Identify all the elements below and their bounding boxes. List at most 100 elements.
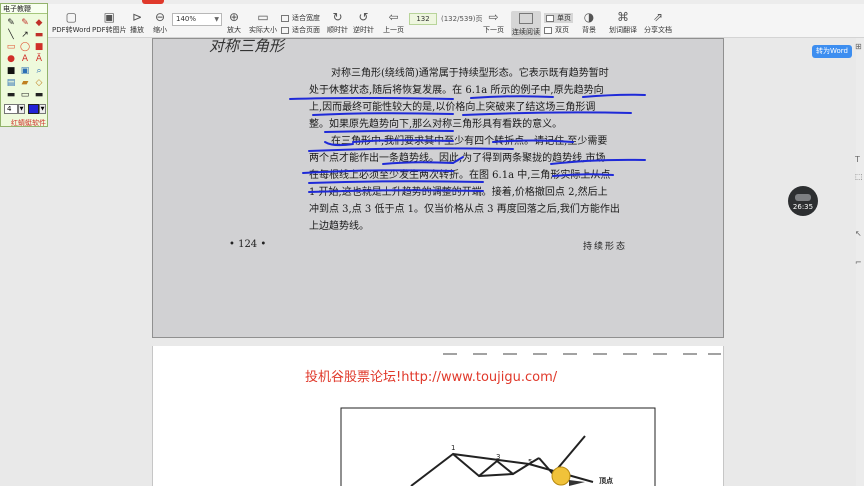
- save-icon[interactable]: ▤: [4, 77, 18, 89]
- zoom-out-icon: ⊖: [154, 9, 166, 24]
- zoom-out-button[interactable]: ⊖ 缩小: [153, 10, 167, 35]
- underline-stroke: [582, 93, 646, 98]
- open-icon[interactable]: ▰: [18, 77, 32, 89]
- point-label: 1: [451, 444, 456, 452]
- line-icon[interactable]: ╲: [4, 29, 18, 41]
- triangle-price-line: [410, 452, 540, 486]
- brush-icon[interactable]: ▬: [32, 29, 46, 41]
- underline-stroke: [492, 139, 574, 143]
- current-page-input[interactable]: 132: [409, 13, 437, 25]
- continuous-reading-button[interactable]: 连续阅读: [511, 11, 541, 37]
- word-icon: ▢: [65, 9, 77, 24]
- pen-size-select[interactable]: 4: [4, 104, 18, 114]
- text-tool-icon[interactable]: T: [855, 155, 860, 164]
- timer-badge: [795, 194, 811, 201]
- zoom-icon[interactable]: ⌕: [32, 65, 46, 77]
- play-icon: ⊳: [131, 9, 143, 24]
- next-page-button[interactable]: ⇨ 下一页: [483, 10, 504, 35]
- pen-icon[interactable]: ✎: [4, 17, 18, 29]
- clear-icon[interactable]: ◇: [32, 77, 46, 89]
- tool-grid: ✎ ✎ ◆ ╲ ↗ ▬ ▭ ◯ ■ ● A Ä ■ ▣ ⌕ ▤ ▰ ◇ ▬ ▭ …: [4, 17, 46, 101]
- rect-icon[interactable]: ▭: [4, 41, 18, 53]
- pointer-tool-panel[interactable]: 电子教鞭 ✎ ✎ ◆ ╲ ↗ ▬ ▭ ◯ ■ ● A Ä ■ ▣ ⌕ ▤ ▰ ◇…: [0, 3, 48, 127]
- play-button[interactable]: ⊳ 播放: [130, 10, 144, 35]
- arrow-icon[interactable]: ↗: [18, 29, 32, 41]
- tab-strip: [0, 0, 864, 4]
- underline-stroke: [308, 189, 484, 193]
- underline-stroke: [289, 97, 454, 100]
- underline-stroke: [550, 158, 646, 165]
- blackboard-icon[interactable]: ■: [4, 65, 18, 77]
- zoom-in-button[interactable]: ⊕ 放大: [227, 10, 241, 35]
- close-icon[interactable]: ▬: [32, 89, 46, 101]
- underline-stroke: [308, 180, 484, 184]
- fit-width-button[interactable]: 适合宽度: [281, 13, 320, 23]
- marker-icon[interactable]: ✎: [18, 17, 32, 29]
- filled-ellipse-icon[interactable]: ●: [4, 53, 18, 65]
- active-tab[interactable]: [142, 0, 164, 4]
- pdf-to-word-button[interactable]: ▢ PDF转Word: [52, 10, 91, 35]
- restore-icon[interactable]: ▭: [18, 89, 32, 101]
- underline-stroke: [382, 161, 454, 165]
- brand-label: 红蜻蜓软件: [11, 119, 46, 127]
- forum-watermark: 投机谷股票论坛!http://www.toujigu.com/: [305, 370, 558, 385]
- cursor-tool-icon[interactable]: ↖: [855, 229, 862, 238]
- convert-to-word-button[interactable]: 转为Word: [812, 45, 852, 58]
- background-icon: ◑: [583, 9, 595, 24]
- share-button[interactable]: ⇗ 分享文档: [644, 10, 672, 35]
- zoom-in-icon: ⊕: [228, 9, 240, 24]
- pen-color-swatch[interactable]: [28, 104, 39, 114]
- rotate-cw-icon: ↻: [332, 9, 343, 24]
- rotate-counterclockwise-button[interactable]: ↺ 逆时针: [353, 10, 374, 35]
- minimize-icon[interactable]: ▬: [4, 89, 18, 101]
- pdf-page-125: 投机谷股票论坛!http://www.toujigu.com/ 1 3 5 顶点: [152, 346, 724, 486]
- rotate-clockwise-button[interactable]: ↻ 顺时针: [327, 10, 348, 35]
- fit-page-icon: [281, 26, 289, 34]
- underline-stroke: [312, 112, 454, 116]
- fit-width-icon: [281, 14, 289, 22]
- underline-stroke: [552, 173, 614, 177]
- prev-page-button[interactable]: ⇦ 上一页: [383, 10, 404, 35]
- eraser-icon[interactable]: ◆: [32, 17, 46, 29]
- sidebar-toggle-icon[interactable]: ⊞: [855, 42, 862, 51]
- underline-stroke: [470, 95, 554, 99]
- translate-icon: ⌘: [617, 9, 629, 24]
- actual-size-button[interactable]: ▭ 实际大小: [249, 10, 277, 35]
- recording-timer[interactable]: 26:35: [788, 186, 818, 216]
- chevron-down-icon: ▼: [214, 16, 219, 23]
- pdf-to-image-button[interactable]: ▣ PDF转图片: [92, 10, 127, 35]
- underline-stroke: [324, 141, 354, 147]
- highlight-text-icon[interactable]: Ä: [32, 53, 46, 65]
- pen-settings: 4 ▼ ▼: [4, 104, 46, 114]
- underline-stroke: [452, 156, 464, 164]
- text-icon[interactable]: A: [18, 53, 32, 65]
- fit-page-button[interactable]: 适合页面: [281, 25, 320, 35]
- apex-arrow: [569, 480, 585, 486]
- continuous-icon: [519, 13, 533, 24]
- underline-stroke: [324, 129, 454, 133]
- image-icon: ▣: [103, 9, 115, 24]
- ellipse-icon[interactable]: ◯: [18, 41, 32, 53]
- filled-rect-icon[interactable]: ■: [32, 41, 46, 53]
- apex-label: 顶点: [599, 477, 613, 485]
- point-label: 3: [496, 453, 501, 461]
- zoom-select[interactable]: 140% ▼: [172, 13, 222, 26]
- chevron-down-icon[interactable]: ▼: [39, 104, 46, 114]
- rotate-ccw-icon: ↺: [358, 9, 369, 24]
- single-page-button[interactable]: 单页: [544, 13, 573, 23]
- chevron-down-icon[interactable]: ▼: [18, 104, 25, 114]
- underline-stroke: [352, 139, 454, 143]
- translate-button[interactable]: ⌘ 划词翻译: [609, 10, 637, 35]
- select-tool-icon[interactable]: ⬚: [855, 172, 863, 181]
- underline-stroke: [302, 169, 454, 174]
- point-label: 5: [528, 458, 533, 466]
- actual-size-icon: ▭: [257, 9, 269, 24]
- underline-stroke: [462, 111, 632, 116]
- background-button[interactable]: ◑ 背景: [582, 10, 596, 35]
- screen-icon[interactable]: ▣: [18, 65, 32, 77]
- crop-tool-icon[interactable]: ⌐: [855, 258, 862, 267]
- double-page-button[interactable]: 双页: [544, 25, 569, 35]
- arrow-left-icon: ⇦: [388, 9, 399, 24]
- main-toolbar: ▢ PDF转Word ▣ PDF转图片 ⊳ 播放 ⊖ 缩小 140% ▼ ⊕ 放…: [0, 0, 864, 38]
- page-count: (132/539)页: [441, 15, 483, 23]
